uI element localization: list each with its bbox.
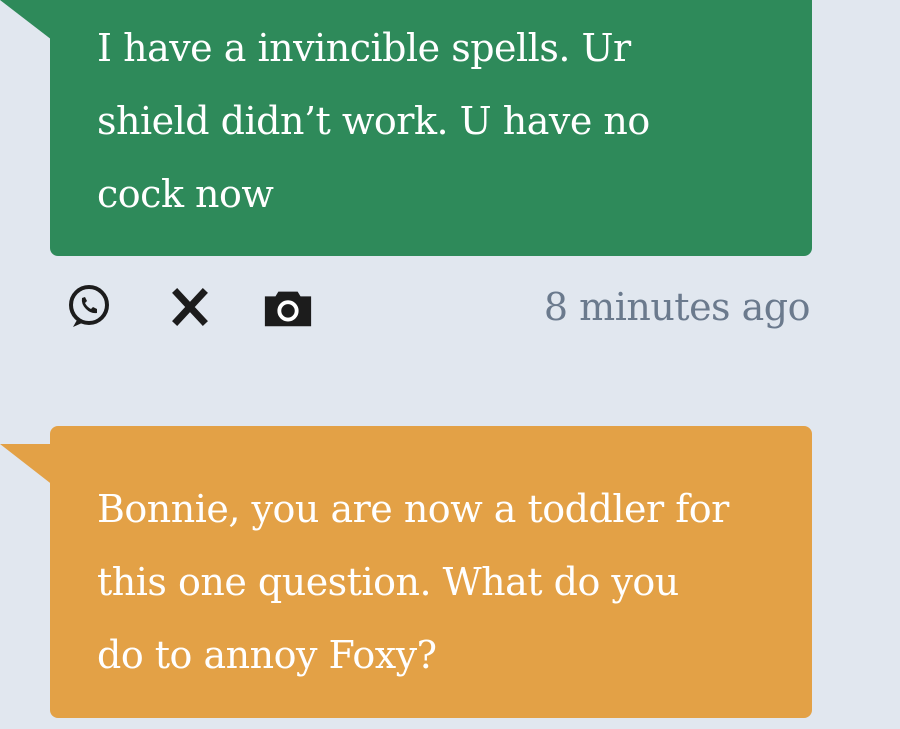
message-bubble-orange: Bonnie, you are now a toddler for this o… (0, 426, 812, 718)
message-bubble-green: I have a invincible spells. Ur shield di… (0, 0, 812, 256)
message-line: cock now (97, 172, 274, 216)
whatsapp-share-icon[interactable] (62, 284, 114, 330)
bubble-tail (0, 444, 54, 486)
x-share-icon[interactable] (164, 284, 216, 330)
message-line: do to annoy Foxy? (97, 633, 437, 677)
message-line: I have a invincible spells. Ur (97, 26, 631, 70)
message-line: this one question. What do you (97, 560, 679, 604)
timestamp: 8 minutes ago (543, 285, 811, 329)
message-line: Bonnie, you are now a toddler for (97, 487, 729, 531)
message-actions: 8 minutes ago (50, 280, 812, 336)
bubble-tail (0, 0, 52, 40)
message-line: shield didn’t work. U have no (97, 99, 650, 143)
camera-icon[interactable] (262, 284, 314, 330)
